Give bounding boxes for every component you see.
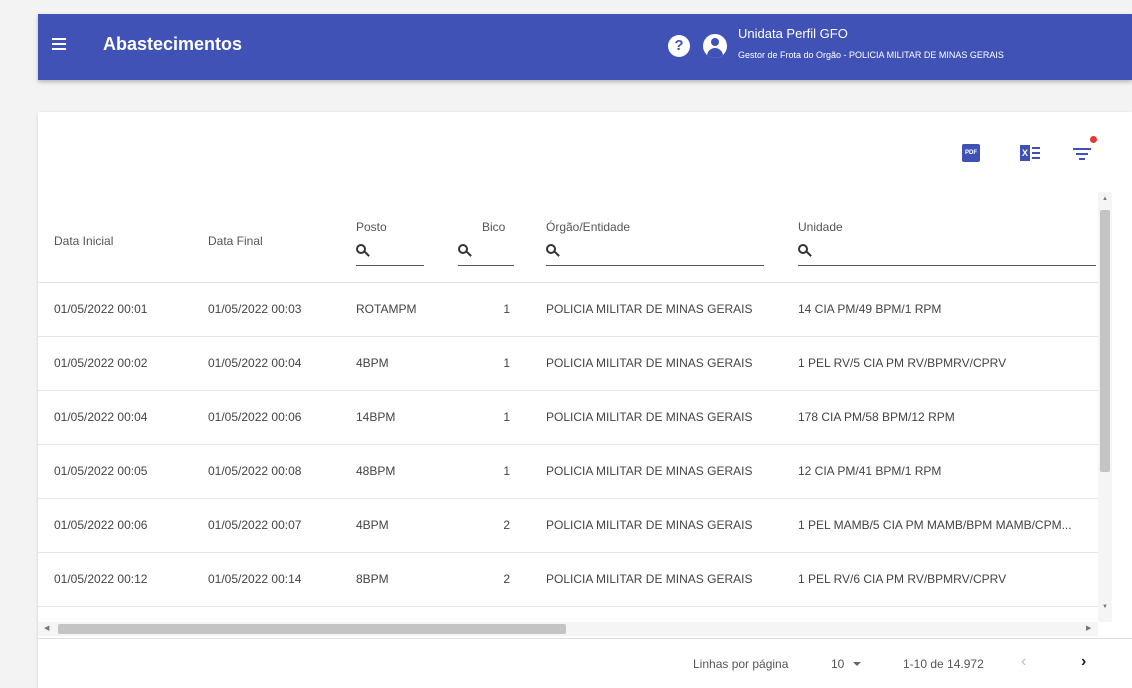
account-icon[interactable] [703,34,727,58]
table-row[interactable]: 01/05/2022 00:06 01/05/2022 00:07 4BPM 2… [38,499,1098,553]
cell-unidade: 1 PEL MAMB/5 CIA PM MAMB/BPM MAMB/CPM... [798,518,1072,532]
menu-icon[interactable] [52,38,66,50]
column-header-orgao[interactable]: Órgão/Entidade [546,220,630,234]
cell-bico: 2 [503,572,510,586]
cell-data-final: 01/05/2022 00:07 [208,518,302,532]
pdf-export-icon[interactable]: PDF [962,144,980,162]
table-row[interactable]: 01/05/2022 00:12 01/05/2022 00:14 8BPM 2… [38,553,1098,607]
scroll-down-icon[interactable]: ▼ [1102,604,1108,610]
excel-export-icon[interactable]: X [1020,145,1040,161]
cell-posto: 48BPM [356,464,396,478]
cell-orgao: POLICIA MILITAR DE MINAS GERAIS [546,572,753,586]
posto-search-field[interactable] [356,244,424,266]
cell-orgao: POLICIA MILITAR DE MINAS GERAIS [546,356,753,370]
cell-posto: 4BPM [356,518,389,532]
caret-down-icon [853,662,861,666]
user-role: Gestor de Frota do Orgão - POLICIA MILIT… [738,50,1004,60]
search-icon [458,244,472,257]
search-icon [546,244,560,257]
cell-data-final: 01/05/2022 00:03 [208,302,302,316]
pagination: Linhas por página 10 1-10 de 14.972 ‹ › [38,638,1132,688]
cell-data-inicial: 01/05/2022 00:02 [54,356,148,370]
table-row[interactable]: 01/05/2022 00:04 01/05/2022 00:06 14BPM … [38,391,1098,445]
filter-active-badge [1090,136,1097,143]
rows-per-page-label: Linhas por página [693,657,789,671]
vertical-scroll-thumb[interactable] [1100,210,1110,472]
scroll-right-icon[interactable]: ▶ [1086,624,1091,632]
cell-orgao: POLICIA MILITAR DE MINAS GERAIS [546,464,753,478]
rows-per-page-value: 10 [831,657,845,671]
vertical-scrollbar[interactable]: ▲ ▼ [1098,192,1112,622]
cell-bico: 2 [503,518,510,532]
data-table: Data Inicial Data Final Posto Bico Órgão… [38,192,1098,612]
cell-data-final: 01/05/2022 00:06 [208,410,302,424]
unidade-search-field[interactable] [798,244,1096,266]
column-header-data-inicial[interactable]: Data Inicial [54,234,113,248]
horizontal-scroll-thumb[interactable] [58,624,566,634]
cell-bico: 1 [503,464,510,478]
search-icon [356,244,370,257]
rows-per-page-select[interactable]: 10 [831,655,869,675]
cell-posto: 4BPM [356,356,389,370]
cell-orgao: POLICIA MILITAR DE MINAS GERAIS [546,410,753,424]
cell-posto: 8BPM [356,572,389,586]
search-icon [798,244,812,257]
previous-page-icon[interactable]: ‹ [1021,653,1026,671]
cell-unidade: 1 PEL RV/5 CIA PM RV/BPMRV/CPRV [798,356,1007,370]
cell-posto: ROTAMPM [356,302,417,316]
cell-data-inicial: 01/05/2022 00:04 [54,410,148,424]
table-row[interactable]: 01/05/2022 00:01 01/05/2022 00:03 ROTAMP… [38,283,1098,337]
cell-data-inicial: 01/05/2022 00:12 [54,572,148,586]
app-bar: Abastecimentos ? Unidata Perfil GFO Gest… [38,14,1132,80]
page-range: 1-10 de 14.972 [903,657,984,671]
cell-unidade: 14 CIA PM/49 BPM/1 RPM [798,302,942,316]
cell-posto: 14BPM [356,410,396,424]
data-card: PDF X Data Inicial Data Final Posto Bico… [38,112,1132,688]
table-header: Data Inicial Data Final Posto Bico Órgão… [38,192,1098,283]
orgao-search-field[interactable] [546,244,764,266]
column-header-posto[interactable]: Posto [356,220,387,234]
table-row[interactable]: 01/05/2022 00:05 01/05/2022 00:08 48BPM … [38,445,1098,499]
cell-unidade: 1 PEL RV/6 CIA PM RV/BPMRV/CPRV [798,572,1007,586]
user-name: Unidata Perfil GFO [738,26,848,41]
cell-bico: 1 [503,356,510,370]
cell-data-inicial: 01/05/2022 00:06 [54,518,148,532]
column-header-bico[interactable]: Bico [482,220,505,234]
cell-unidade: 178 CIA PM/58 BPM/12 RPM [798,410,955,424]
bico-search-field[interactable] [458,244,514,266]
scroll-up-icon[interactable]: ▲ [1102,196,1108,202]
cell-unidade: 12 CIA PM/41 BPM/1 RPM [798,464,942,478]
cell-orgao: POLICIA MILITAR DE MINAS GERAIS [546,302,753,316]
column-header-unidade[interactable]: Unidade [798,220,843,234]
cell-bico: 1 [503,410,510,424]
cell-data-final: 01/05/2022 00:04 [208,356,302,370]
cell-data-final: 01/05/2022 00:14 [208,572,302,586]
column-header-data-final[interactable]: Data Final [208,234,263,248]
filter-icon[interactable] [1073,148,1091,162]
cell-data-final: 01/05/2022 00:08 [208,464,302,478]
excel-glyph: X [1020,145,1030,161]
horizontal-scrollbar[interactable]: ◀ ▶ [38,622,1098,636]
cell-bico: 1 [503,302,510,316]
page-title: Abastecimentos [103,34,243,54]
cell-orgao: POLICIA MILITAR DE MINAS GERAIS [546,518,753,532]
cell-data-inicial: 01/05/2022 00:01 [54,302,148,316]
scroll-left-icon[interactable]: ◀ [44,624,49,632]
help-icon[interactable]: ? [668,35,690,57]
table-row[interactable]: 01/05/2022 00:02 01/05/2022 00:04 4BPM 1… [38,337,1098,391]
cell-data-inicial: 01/05/2022 00:05 [54,464,148,478]
next-page-icon[interactable]: › [1081,653,1086,671]
